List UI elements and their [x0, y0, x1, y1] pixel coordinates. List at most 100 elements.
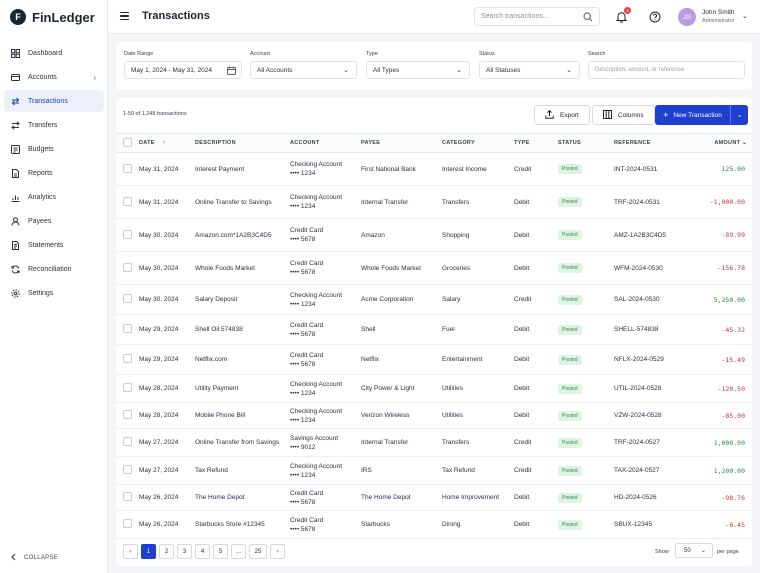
- cell-account: Checking Account •••• 1234: [290, 374, 361, 403]
- table-row[interactable]: May 27, 2024 Tax Refund Checking Account ••…: [116, 456, 752, 485]
- cell-payee: Internal Transfer: [361, 185, 442, 219]
- per-page-select[interactable]: 50 ⌄: [675, 543, 713, 558]
- chevron-down-icon[interactable]: ⌄: [742, 12, 748, 20]
- avatar[interactable]: JS: [678, 8, 696, 26]
- sidebar-item-reports[interactable]: Reports: [4, 162, 104, 184]
- chevron-down-icon: ⌄: [700, 548, 706, 554]
- transactions-panel: 1-50 of 1,248 transactions Export Column…: [116, 98, 752, 566]
- table-row[interactable]: May 29, 2024 Netflix.com Credit Card •••• 5…: [116, 344, 752, 375]
- notifications-button[interactable]: 3: [615, 7, 631, 28]
- status-badge: Posted: [558, 354, 582, 365]
- table-row[interactable]: May 26, 2024 Starbucks Store #12345 Credit…: [116, 510, 752, 539]
- cell-amount: -15.49: [686, 344, 752, 375]
- row-checkbox[interactable]: [123, 354, 132, 363]
- collapse-button[interactable]: COLLAPSE: [10, 553, 58, 563]
- search-filter-input[interactable]: Description, amount, or reference: [588, 61, 745, 79]
- sidebar-item-settings[interactable]: Settings: [4, 282, 104, 304]
- cell-account: Checking Account •••• 1234: [290, 284, 361, 315]
- row-checkbox[interactable]: [123, 196, 132, 206]
- help-button[interactable]: [649, 10, 661, 28]
- sidebar-item-reconciliation[interactable]: Reconciliation: [4, 258, 104, 280]
- columns-button[interactable]: Columns: [592, 105, 655, 125]
- account-number: •••• 1234: [290, 416, 316, 424]
- cell-amount: 1,200.00: [686, 456, 752, 485]
- row-checkbox[interactable]: [123, 383, 132, 392]
- table-row[interactable]: May 30, 2024 Salary Deposit Checking Accou…: [116, 284, 752, 315]
- cell-date: May 28, 2024: [139, 374, 195, 403]
- cell-payee: Starbucks: [361, 510, 442, 539]
- row-checkbox[interactable]: [123, 163, 132, 173]
- status-select[interactable]: All Statuses ⌄: [479, 61, 580, 79]
- header-amount[interactable]: AMOUNT ⌄: [686, 133, 752, 153]
- header-payee[interactable]: PAYEE: [361, 133, 442, 153]
- select-all-checkbox[interactable]: [123, 137, 132, 147]
- cell-type: Debit: [514, 314, 558, 345]
- row-checkbox[interactable]: [123, 229, 132, 239]
- row-checkbox[interactable]: [123, 294, 132, 303]
- sidebar-item-payees[interactable]: Payees: [4, 210, 104, 232]
- menu-icon[interactable]: [120, 12, 129, 20]
- table-row[interactable]: May 29, 2024 Shell Oil 574838 Credit Card •…: [116, 314, 752, 345]
- type-select[interactable]: All Types ⌄: [366, 61, 470, 79]
- new-transaction-dropdown[interactable]: ⌄: [730, 105, 748, 125]
- next-page-button[interactable]: ›: [270, 544, 285, 559]
- sidebar-item-label: Budgets: [28, 145, 54, 153]
- cell-status: Posted: [558, 484, 614, 511]
- page-button-25[interactable]: 25: [249, 544, 267, 559]
- notification-badge: 3: [624, 7, 631, 14]
- table-row[interactable]: May 31, 2024 Interest Payment Checking Acc…: [116, 152, 752, 186]
- page-button-4[interactable]: 4: [195, 544, 210, 559]
- header-reference[interactable]: REFERENCE: [614, 133, 686, 153]
- cell-amount: 1,000.00: [686, 428, 752, 457]
- previous-page-button[interactable]: ‹: [123, 544, 138, 559]
- brand[interactable]: F FinLedger: [10, 8, 95, 26]
- table-row[interactable]: May 28, 2024 Utility Payment Checking Acco…: [116, 374, 752, 403]
- row-checkbox[interactable]: [123, 519, 132, 528]
- page-button-3[interactable]: 3: [177, 544, 192, 559]
- header-category[interactable]: CATEGORY: [442, 133, 514, 153]
- table-row[interactable]: May 26, 2024 The Home Depot Credit Card •••…: [116, 484, 752, 511]
- row-checkbox[interactable]: [123, 437, 132, 446]
- cell-reference: NFLX-2024-0529: [614, 344, 686, 375]
- sidebar-item-statements[interactable]: Statements: [4, 234, 104, 256]
- row-checkbox[interactable]: [123, 492, 132, 501]
- row-checkbox[interactable]: [123, 262, 132, 272]
- cell-status: Posted: [558, 456, 614, 485]
- new-transaction-button[interactable]: + New Transaction ⌄: [655, 105, 748, 125]
- status-badge: Posted: [558, 164, 582, 174]
- table-row[interactable]: May 28, 2024 Mobile Phone Bill Checking Ac…: [116, 402, 752, 429]
- table-row[interactable]: May 27, 2024 Online Transfer from Savings…: [116, 428, 752, 457]
- page-button-1[interactable]: 1: [141, 544, 156, 559]
- row-checkbox[interactable]: [123, 410, 132, 419]
- account-select[interactable]: All Accounts ⌄: [250, 61, 357, 79]
- sidebar-item-transfers[interactable]: Transfers: [4, 114, 104, 136]
- sidebar-item-label: Transfers: [28, 121, 58, 129]
- table-row[interactable]: May 30, 2024 Amazon.com*1A2B3C4D5 Credit C…: [116, 218, 752, 252]
- table-row[interactable]: May 31, 2024 Online Transfer to Savings Ch…: [116, 185, 752, 219]
- header-status[interactable]: STATUS: [558, 133, 614, 153]
- user-info[interactable]: John Smith Administrator: [702, 9, 735, 24]
- cell-description: Starbucks Store #12345: [195, 510, 290, 539]
- accounts-icon: [11, 73, 20, 82]
- export-button[interactable]: Export: [534, 105, 590, 125]
- table-row[interactable]: May 30, 2024 Whole Foods Market Credit Car…: [116, 251, 752, 285]
- cell-account: Checking Account •••• 1234: [290, 402, 361, 429]
- cell-status: Posted: [558, 314, 614, 345]
- sidebar-item-label: Settings: [28, 289, 54, 297]
- sidebar-item-accounts[interactable]: Accounts ›: [4, 66, 104, 88]
- cell-category: Dining: [442, 510, 514, 539]
- page-button-5[interactable]: 5: [213, 544, 228, 559]
- page-button-2[interactable]: 2: [159, 544, 174, 559]
- header-date[interactable]: DATE ↑: [139, 133, 195, 153]
- header-type[interactable]: TYPE: [514, 133, 558, 153]
- global-search-input[interactable]: Search transactions...: [474, 7, 600, 26]
- sidebar-item-analytics[interactable]: Analytics: [4, 186, 104, 208]
- sidebar-item-budgets[interactable]: Budgets: [4, 138, 104, 160]
- row-checkbox[interactable]: [123, 324, 132, 333]
- date-range-input[interactable]: May 1, 2024 - May 31, 2024: [124, 61, 242, 79]
- sidebar-item-dashboard[interactable]: Dashboard: [4, 42, 104, 64]
- row-checkbox[interactable]: [123, 465, 132, 474]
- header-account[interactable]: ACCOUNT: [290, 133, 361, 153]
- sidebar-item-transactions[interactable]: Transactions: [4, 90, 104, 112]
- header-description[interactable]: DESCRIPTION: [195, 133, 290, 153]
